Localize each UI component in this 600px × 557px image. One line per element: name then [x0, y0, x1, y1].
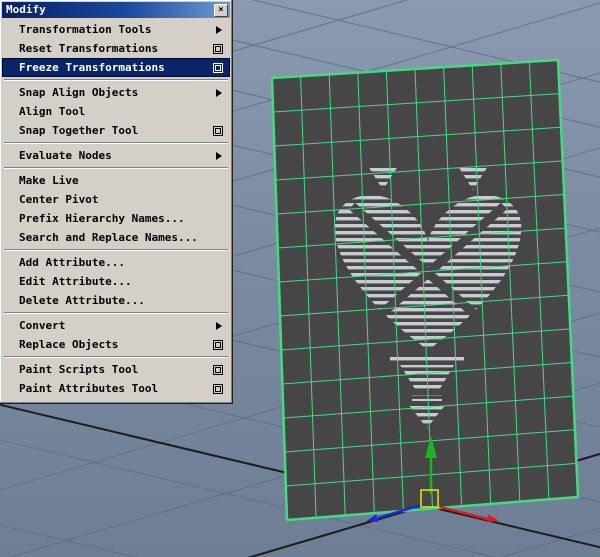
submenu-arrow-icon — [216, 151, 222, 160]
menu-separator — [4, 356, 228, 358]
menu-separator — [4, 79, 228, 81]
modify-menu-window: Modify × Transformation Tools Reset Tran… — [0, 0, 233, 404]
menu-item-freeze-transformations[interactable]: Freeze Transformations — [2, 58, 230, 77]
option-box-icon[interactable] — [213, 364, 223, 375]
menu-item-label: Paint Scripts Tool — [19, 363, 139, 376]
menu-item-edit-attribute[interactable]: Edit Attribute... — [2, 272, 230, 291]
stem-bar-2 — [412, 395, 442, 401]
menu-item-label: Edit Attribute... — [19, 275, 132, 288]
menu-item-transformation-tools[interactable]: Transformation Tools — [2, 20, 230, 39]
menu-titlebar[interactable]: Modify × — [2, 2, 230, 18]
menu-item-label: Transformation Tools — [19, 23, 152, 36]
menu-item-paint-scripts-tool[interactable]: Paint Scripts Tool — [2, 360, 230, 379]
menu-item-label: Paint Attributes Tool — [19, 382, 159, 395]
menu-item-label: Delete Attribute... — [19, 294, 145, 307]
submenu-arrow-icon — [216, 88, 222, 97]
menu-item-label: Evaluate Nodes — [19, 149, 112, 162]
menu-separator — [4, 312, 228, 314]
menu-item-snap-together-tool[interactable]: Snap Together Tool — [2, 121, 230, 140]
menu-item-delete-attribute[interactable]: Delete Attribute... — [2, 291, 230, 310]
menu-item-center-pivot[interactable]: Center Pivot — [2, 190, 230, 209]
menu-item-label: Center Pivot — [19, 193, 99, 206]
option-box-icon[interactable] — [213, 339, 223, 350]
menu-item-align-tool[interactable]: Align Tool — [2, 102, 230, 121]
menu-item-label: Search and Replace Names... — [19, 231, 198, 244]
menu-item-search-and-replace-names[interactable]: Search and Replace Names... — [2, 228, 230, 247]
menu-item-label: Snap Align Objects — [19, 86, 139, 99]
menu-item-snap-align-objects[interactable]: Snap Align Objects — [2, 83, 230, 102]
menu-item-replace-objects[interactable]: Replace Objects — [2, 335, 230, 354]
menu-item-add-attribute[interactable]: Add Attribute... — [2, 253, 230, 272]
menu-item-label: Prefix Hierarchy Names... — [19, 212, 185, 225]
close-button[interactable]: × — [214, 3, 228, 17]
menu-item-reset-transformations[interactable]: Reset Transformations — [2, 39, 230, 58]
menu-item-paint-attributes-tool[interactable]: Paint Attributes Tool — [2, 379, 230, 398]
menu-item-label: Align Tool — [19, 105, 86, 118]
option-box-icon[interactable] — [213, 383, 223, 394]
window-title: Modify — [6, 3, 46, 16]
menu-item-label: Convert — [19, 319, 66, 332]
maya-3d-viewport[interactable]: Modify × Transformation Tools Reset Tran… — [0, 0, 600, 557]
menu-separator — [4, 167, 228, 169]
menu-item-label: Freeze Transformations — [19, 61, 165, 74]
menu-item-label: Snap Together Tool — [19, 124, 139, 137]
menu-item-make-live[interactable]: Make Live — [2, 171, 230, 190]
menu-item-label: Add Attribute... — [19, 256, 125, 269]
menu-item-label: Reset Transformations — [19, 42, 159, 55]
menu-item-evaluate-nodes[interactable]: Evaluate Nodes — [2, 146, 230, 165]
submenu-arrow-icon — [216, 25, 222, 34]
menu-separator — [4, 142, 228, 144]
submenu-arrow-icon — [216, 321, 222, 330]
option-box-icon[interactable] — [213, 43, 223, 54]
menu-item-label: Make Live — [19, 174, 79, 187]
menu-item-prefix-hierarchy-names[interactable]: Prefix Hierarchy Names... — [2, 209, 230, 228]
menu-item-convert[interactable]: Convert — [2, 316, 230, 335]
menu-body: Transformation Tools Reset Transformatio… — [2, 18, 230, 401]
option-box-icon[interactable] — [213, 62, 223, 73]
option-box-icon[interactable] — [213, 125, 223, 136]
menu-separator — [4, 249, 228, 251]
menu-item-label: Replace Objects — [19, 338, 119, 351]
